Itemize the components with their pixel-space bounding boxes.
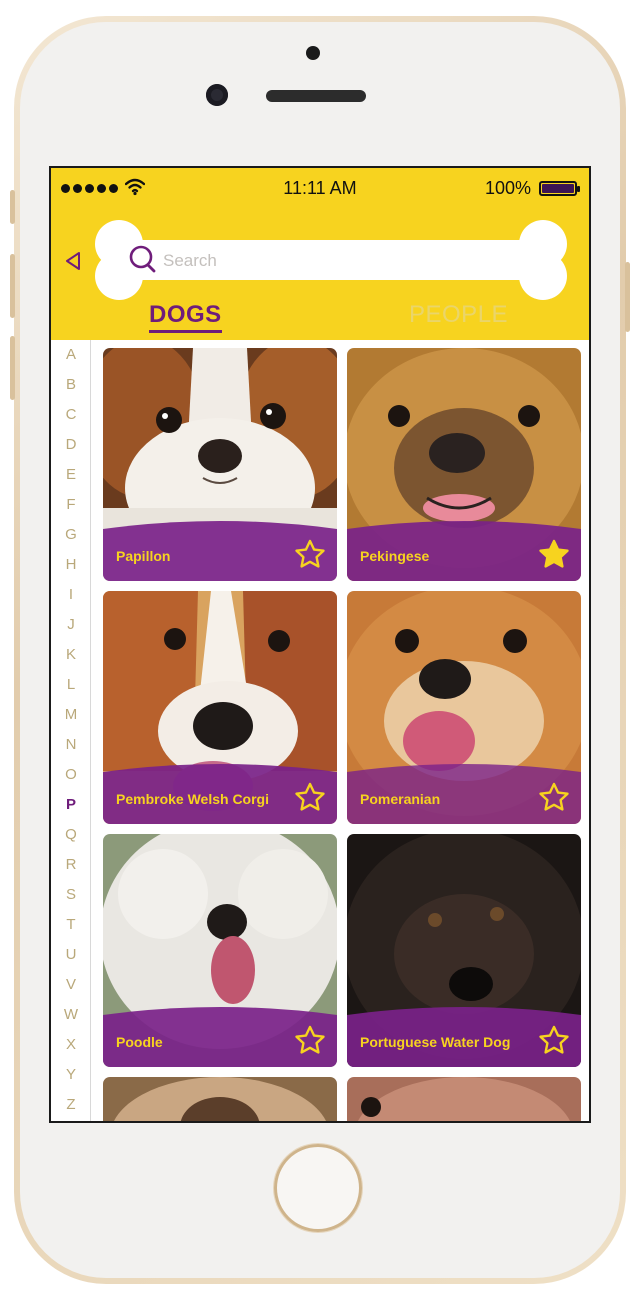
earpiece-speaker <box>266 90 366 102</box>
battery-percentage: 100% <box>484 178 531 198</box>
alphabet-letter-g[interactable]: G <box>51 526 91 543</box>
card-breed-name: Pembroke Welsh Corgi <box>116 791 270 807</box>
power-button <box>625 262 630 332</box>
favorite-star-filled-icon[interactable] <box>537 538 571 572</box>
breed-card-pomeranian[interactable]: Pomeranian <box>347 591 581 824</box>
alphabet-letter-p[interactable]: P <box>51 796 91 813</box>
alphabet-letter-h[interactable]: H <box>51 556 91 573</box>
alphabet-letter-w[interactable]: W <box>51 1006 91 1023</box>
breed-card-poodle[interactable]: Poodle <box>103 834 337 1067</box>
tab-people[interactable]: PEOPLE <box>409 302 508 328</box>
alphabet-letter-j[interactable]: J <box>51 616 91 633</box>
mute-switch <box>10 190 15 224</box>
card-breed-name: Poodle <box>116 1034 163 1050</box>
status-bar: 11:11 AM 100% <box>51 176 589 204</box>
breed-card-pekingese[interactable]: Pekingese <box>347 348 581 581</box>
alphabet-index: A B C D E F G H I J K L M N O P Q R S T … <box>51 340 91 1121</box>
alphabet-letter-y[interactable]: Y <box>51 1066 91 1083</box>
proximity-sensor <box>306 46 320 60</box>
breed-card-papillon[interactable]: Papillon <box>103 348 337 581</box>
alphabet-letter-s[interactable]: S <box>51 886 91 903</box>
front-camera <box>206 84 228 106</box>
favorite-star-outline-icon[interactable] <box>537 781 571 815</box>
card-breed-name: Pekingese <box>360 548 430 564</box>
alphabet-letter-e[interactable]: E <box>51 466 91 483</box>
alphabet-letter-t[interactable]: T <box>51 916 91 933</box>
search-icon <box>129 245 156 273</box>
alphabet-letter-a[interactable]: A <box>51 346 91 363</box>
favorite-star-outline-icon[interactable] <box>293 538 327 572</box>
volume-down-button <box>10 336 15 400</box>
tab-dogs[interactable]: DOGS <box>149 302 222 333</box>
dog-photo <box>103 1077 337 1121</box>
back-arrow-icon[interactable] <box>63 250 83 272</box>
alphabet-letter-r[interactable]: R <box>51 856 91 873</box>
alphabet-letter-d[interactable]: D <box>51 436 91 453</box>
alphabet-letter-z[interactable]: Z <box>51 1096 91 1113</box>
card-breed-name: Portuguese Water Dog <box>360 1034 511 1050</box>
alphabet-letter-b[interactable]: B <box>51 376 91 393</box>
alphabet-letter-k[interactable]: K <box>51 646 91 663</box>
favorite-star-outline-icon[interactable] <box>293 1024 327 1058</box>
battery-icon <box>539 181 580 196</box>
breed-card-partial[interactable] <box>347 1077 581 1121</box>
home-button[interactable] <box>274 1144 362 1232</box>
alphabet-letter-o[interactable]: O <box>51 766 91 783</box>
card-breed-name: Papillon <box>116 548 171 564</box>
alphabet-letter-x[interactable]: X <box>51 1036 91 1053</box>
alphabet-letter-f[interactable]: F <box>51 496 91 513</box>
alphabet-letter-i[interactable]: I <box>51 586 91 603</box>
card-breed-name: Pomeranian <box>360 791 441 807</box>
alphabet-letter-m[interactable]: M <box>51 706 91 723</box>
alphabet-letter-l[interactable]: L <box>51 676 91 693</box>
alphabet-letter-v[interactable]: V <box>51 976 91 993</box>
breed-card-portuguese-water-dog[interactable]: Portuguese Water Dog <box>347 834 581 1067</box>
alphabet-letter-c[interactable]: C <box>51 406 91 423</box>
app-screen: 11:11 AM 100% DOGS PEOPLE A B C D <box>49 166 591 1123</box>
alphabet-letter-n[interactable]: N <box>51 736 91 753</box>
favorite-star-outline-icon[interactable] <box>293 781 327 815</box>
app-header: 11:11 AM 100% DOGS PEOPLE <box>51 168 589 340</box>
volume-up-button <box>10 254 15 318</box>
breed-card-pembroke-welsh-corgi[interactable]: Pembroke Welsh Corgi <box>103 591 337 824</box>
alphabet-letter-u[interactable]: U <box>51 946 91 963</box>
breed-card-partial[interactable] <box>103 1077 337 1121</box>
search-input[interactable] <box>161 248 485 274</box>
dog-photo <box>347 1077 581 1121</box>
favorite-star-outline-icon[interactable] <box>537 1024 571 1058</box>
alphabet-letter-q[interactable]: Q <box>51 826 91 843</box>
